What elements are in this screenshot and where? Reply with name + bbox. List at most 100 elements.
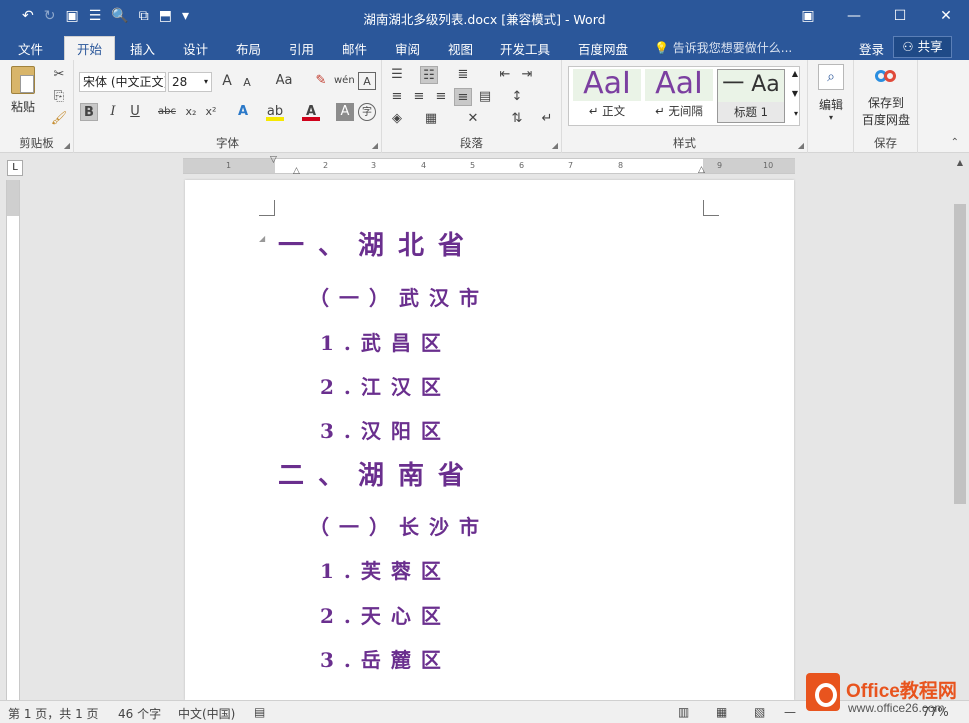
indent-marker-icon[interactable]: ▽ bbox=[270, 155, 277, 165]
style-no-spacing[interactable]: AaI ↵ 无间隔 bbox=[645, 69, 713, 123]
save-to-baidu-button[interactable]: 保存到 百度网盘 bbox=[856, 66, 916, 128]
tab-layout[interactable]: 布局 bbox=[236, 39, 261, 58]
font-size-select[interactable]: 28 ▾ bbox=[168, 72, 212, 92]
scroll-up-icon[interactable]: ▲ bbox=[951, 158, 969, 167]
horizontal-ruler[interactable]: 1 2 3 4 5 6 7 8 9 10 ▽ △ △ bbox=[183, 155, 795, 176]
tab-view[interactable]: 视图 bbox=[448, 39, 473, 58]
align-left-icon[interactable]: ≡ bbox=[388, 88, 406, 106]
distributed-icon[interactable]: ▤ bbox=[476, 88, 494, 106]
tab-design[interactable]: 设计 bbox=[183, 39, 208, 58]
gallery-scroll-down-icon[interactable]: ▼ bbox=[792, 89, 798, 98]
restore-button[interactable]: ☐ bbox=[877, 0, 923, 34]
style-preview: AaI bbox=[645, 69, 713, 101]
character-shading-icon[interactable]: A bbox=[336, 103, 354, 121]
decrease-indent-icon[interactable]: ⇤ bbox=[496, 66, 514, 84]
tell-me-text: 告诉我您想要做什么... bbox=[672, 41, 793, 55]
language-indicator[interactable]: 中文(中国) bbox=[178, 705, 235, 722]
numbering-icon[interactable]: ☷ bbox=[420, 66, 438, 84]
screenshot-icon[interactable]: ⧉ bbox=[139, 7, 149, 25]
vertical-scrollbar[interactable]: ▲ bbox=[951, 156, 969, 700]
format-painter-icon[interactable]: 🖌 bbox=[50, 110, 68, 128]
shrink-font-button[interactable]: A bbox=[238, 74, 256, 92]
copy-icon[interactable]: ⎘ bbox=[50, 88, 68, 106]
heading-level-3: 3.汉阳区 bbox=[320, 419, 451, 443]
right-indent-marker-icon[interactable]: △ bbox=[698, 165, 705, 175]
scrollbar-thumb[interactable] bbox=[954, 204, 966, 504]
undo-icon[interactable]: ↶ bbox=[22, 7, 34, 25]
tab-developer[interactable]: 开发工具 bbox=[500, 39, 550, 58]
tab-review[interactable]: 审阅 bbox=[395, 39, 420, 58]
zoom-out-icon[interactable]: — bbox=[784, 705, 796, 719]
format-painter-qat-icon[interactable]: ⬒ bbox=[159, 7, 172, 25]
cut-icon[interactable]: ✂ bbox=[50, 66, 68, 84]
collapse-ribbon-icon[interactable]: ⌃ bbox=[951, 137, 959, 148]
document-page[interactable]: ◢ 一、湖北省 （一）武汉市 1.武昌区 2.江汉区 3.汉阳区 二、湖南省 （… bbox=[185, 180, 794, 700]
grow-font-button[interactable]: A bbox=[218, 72, 236, 90]
enclose-characters-icon[interactable]: 字 bbox=[358, 103, 376, 121]
sort-icon[interactable]: ⇅ bbox=[508, 110, 526, 128]
print-preview-icon[interactable]: 🔍 bbox=[111, 7, 128, 25]
word-count[interactable]: 46 个字 bbox=[118, 705, 161, 722]
redo-icon[interactable]: ↻ bbox=[44, 7, 56, 25]
ribbon-display-options-icon[interactable]: ▣ bbox=[785, 0, 831, 34]
align-right-icon[interactable]: ≡ bbox=[432, 88, 450, 106]
tab-baidu-pan[interactable]: 百度网盘 bbox=[578, 39, 628, 58]
indent-marker-icon[interactable]: △ bbox=[293, 166, 300, 176]
align-center-icon[interactable]: ≡ bbox=[410, 88, 428, 106]
dialog-launcher-icon[interactable]: ◢ bbox=[372, 141, 378, 150]
minimize-button[interactable]: — bbox=[831, 0, 877, 34]
collapse-heading-icon[interactable]: ◢ bbox=[259, 234, 265, 243]
tab-insert[interactable]: 插入 bbox=[130, 39, 155, 58]
touch-mode-icon[interactable]: ☰ bbox=[89, 7, 102, 25]
style-normal[interactable]: AaI ↵ 正文 bbox=[573, 69, 641, 123]
bullets-icon[interactable]: ☰ bbox=[388, 66, 406, 84]
share-button[interactable]: ⚇ 共享 bbox=[893, 36, 952, 58]
print-layout-icon[interactable]: ▦ bbox=[716, 705, 727, 719]
show-marks-icon[interactable]: ↵ bbox=[538, 110, 556, 128]
tell-me-search[interactable]: 💡 告诉我您想要做什么... bbox=[654, 39, 792, 56]
dialog-launcher-icon[interactable]: ◢ bbox=[64, 141, 70, 150]
web-layout-icon[interactable]: ▧ bbox=[754, 705, 765, 719]
phonetic-guide-icon[interactable]: wén bbox=[334, 72, 355, 90]
font-color-icon[interactable]: A bbox=[302, 103, 320, 121]
multilevel-list-icon[interactable]: ≣ bbox=[454, 66, 472, 84]
vertical-ruler[interactable] bbox=[6, 180, 20, 700]
paste-button[interactable]: 粘贴 bbox=[8, 66, 38, 126]
gallery-scroll-up-icon[interactable]: ▲ bbox=[792, 69, 798, 78]
tab-file[interactable]: 文件 bbox=[18, 39, 43, 58]
customize-qat-icon[interactable]: ▾ bbox=[182, 7, 189, 25]
dialog-launcher-icon[interactable]: ◢ bbox=[798, 141, 804, 150]
character-border-icon[interactable]: A bbox=[358, 72, 376, 90]
line-spacing-icon[interactable]: ↕ bbox=[508, 88, 526, 106]
justify-icon[interactable]: ≡ bbox=[454, 88, 472, 106]
bold-button[interactable]: B bbox=[80, 103, 98, 121]
shading-icon[interactable]: ◈ bbox=[388, 110, 406, 128]
clear-formatting-icon[interactable]: ✎ bbox=[312, 72, 330, 90]
strikethrough-button[interactable]: abc bbox=[156, 103, 178, 121]
underline-button[interactable]: U bbox=[126, 103, 144, 121]
tab-mailings[interactable]: 邮件 bbox=[342, 39, 367, 58]
login-link[interactable]: 登录 bbox=[859, 39, 884, 58]
page-count[interactable]: 第 1 页，共 1 页 bbox=[8, 705, 99, 722]
tab-selector[interactable]: L bbox=[7, 160, 23, 176]
chinese-layout-icon[interactable]: ✕ bbox=[464, 110, 482, 128]
tab-home[interactable]: 开始 bbox=[64, 36, 116, 60]
highlight-icon[interactable]: ab bbox=[266, 103, 284, 121]
borders-icon[interactable]: ▦ bbox=[422, 110, 440, 128]
increase-indent-icon[interactable]: ⇥ bbox=[518, 66, 536, 84]
save-icon[interactable]: ▣ bbox=[65, 7, 78, 25]
style-heading-1[interactable]: 一 Aa 标题 1 bbox=[717, 69, 785, 123]
text-effects-icon[interactable]: A bbox=[234, 103, 252, 121]
macro-record-icon[interactable]: ▤ bbox=[254, 705, 265, 719]
italic-button[interactable]: I bbox=[104, 103, 122, 121]
read-mode-icon[interactable]: ▥ bbox=[678, 705, 689, 719]
gallery-more-icon[interactable]: ▾ bbox=[794, 109, 798, 118]
font-name-select[interactable]: 宋体 (中文正文) bbox=[79, 72, 166, 92]
tab-references[interactable]: 引用 bbox=[289, 39, 314, 58]
subscript-button[interactable]: x₂ bbox=[182, 103, 200, 121]
superscript-button[interactable]: x² bbox=[202, 103, 220, 121]
dialog-launcher-icon[interactable]: ◢ bbox=[552, 141, 558, 150]
close-button[interactable]: ✕ bbox=[923, 0, 969, 34]
change-case-button[interactable]: Aa bbox=[270, 72, 298, 90]
editing-button[interactable]: ⌕ 编辑 ▾ bbox=[812, 64, 850, 122]
